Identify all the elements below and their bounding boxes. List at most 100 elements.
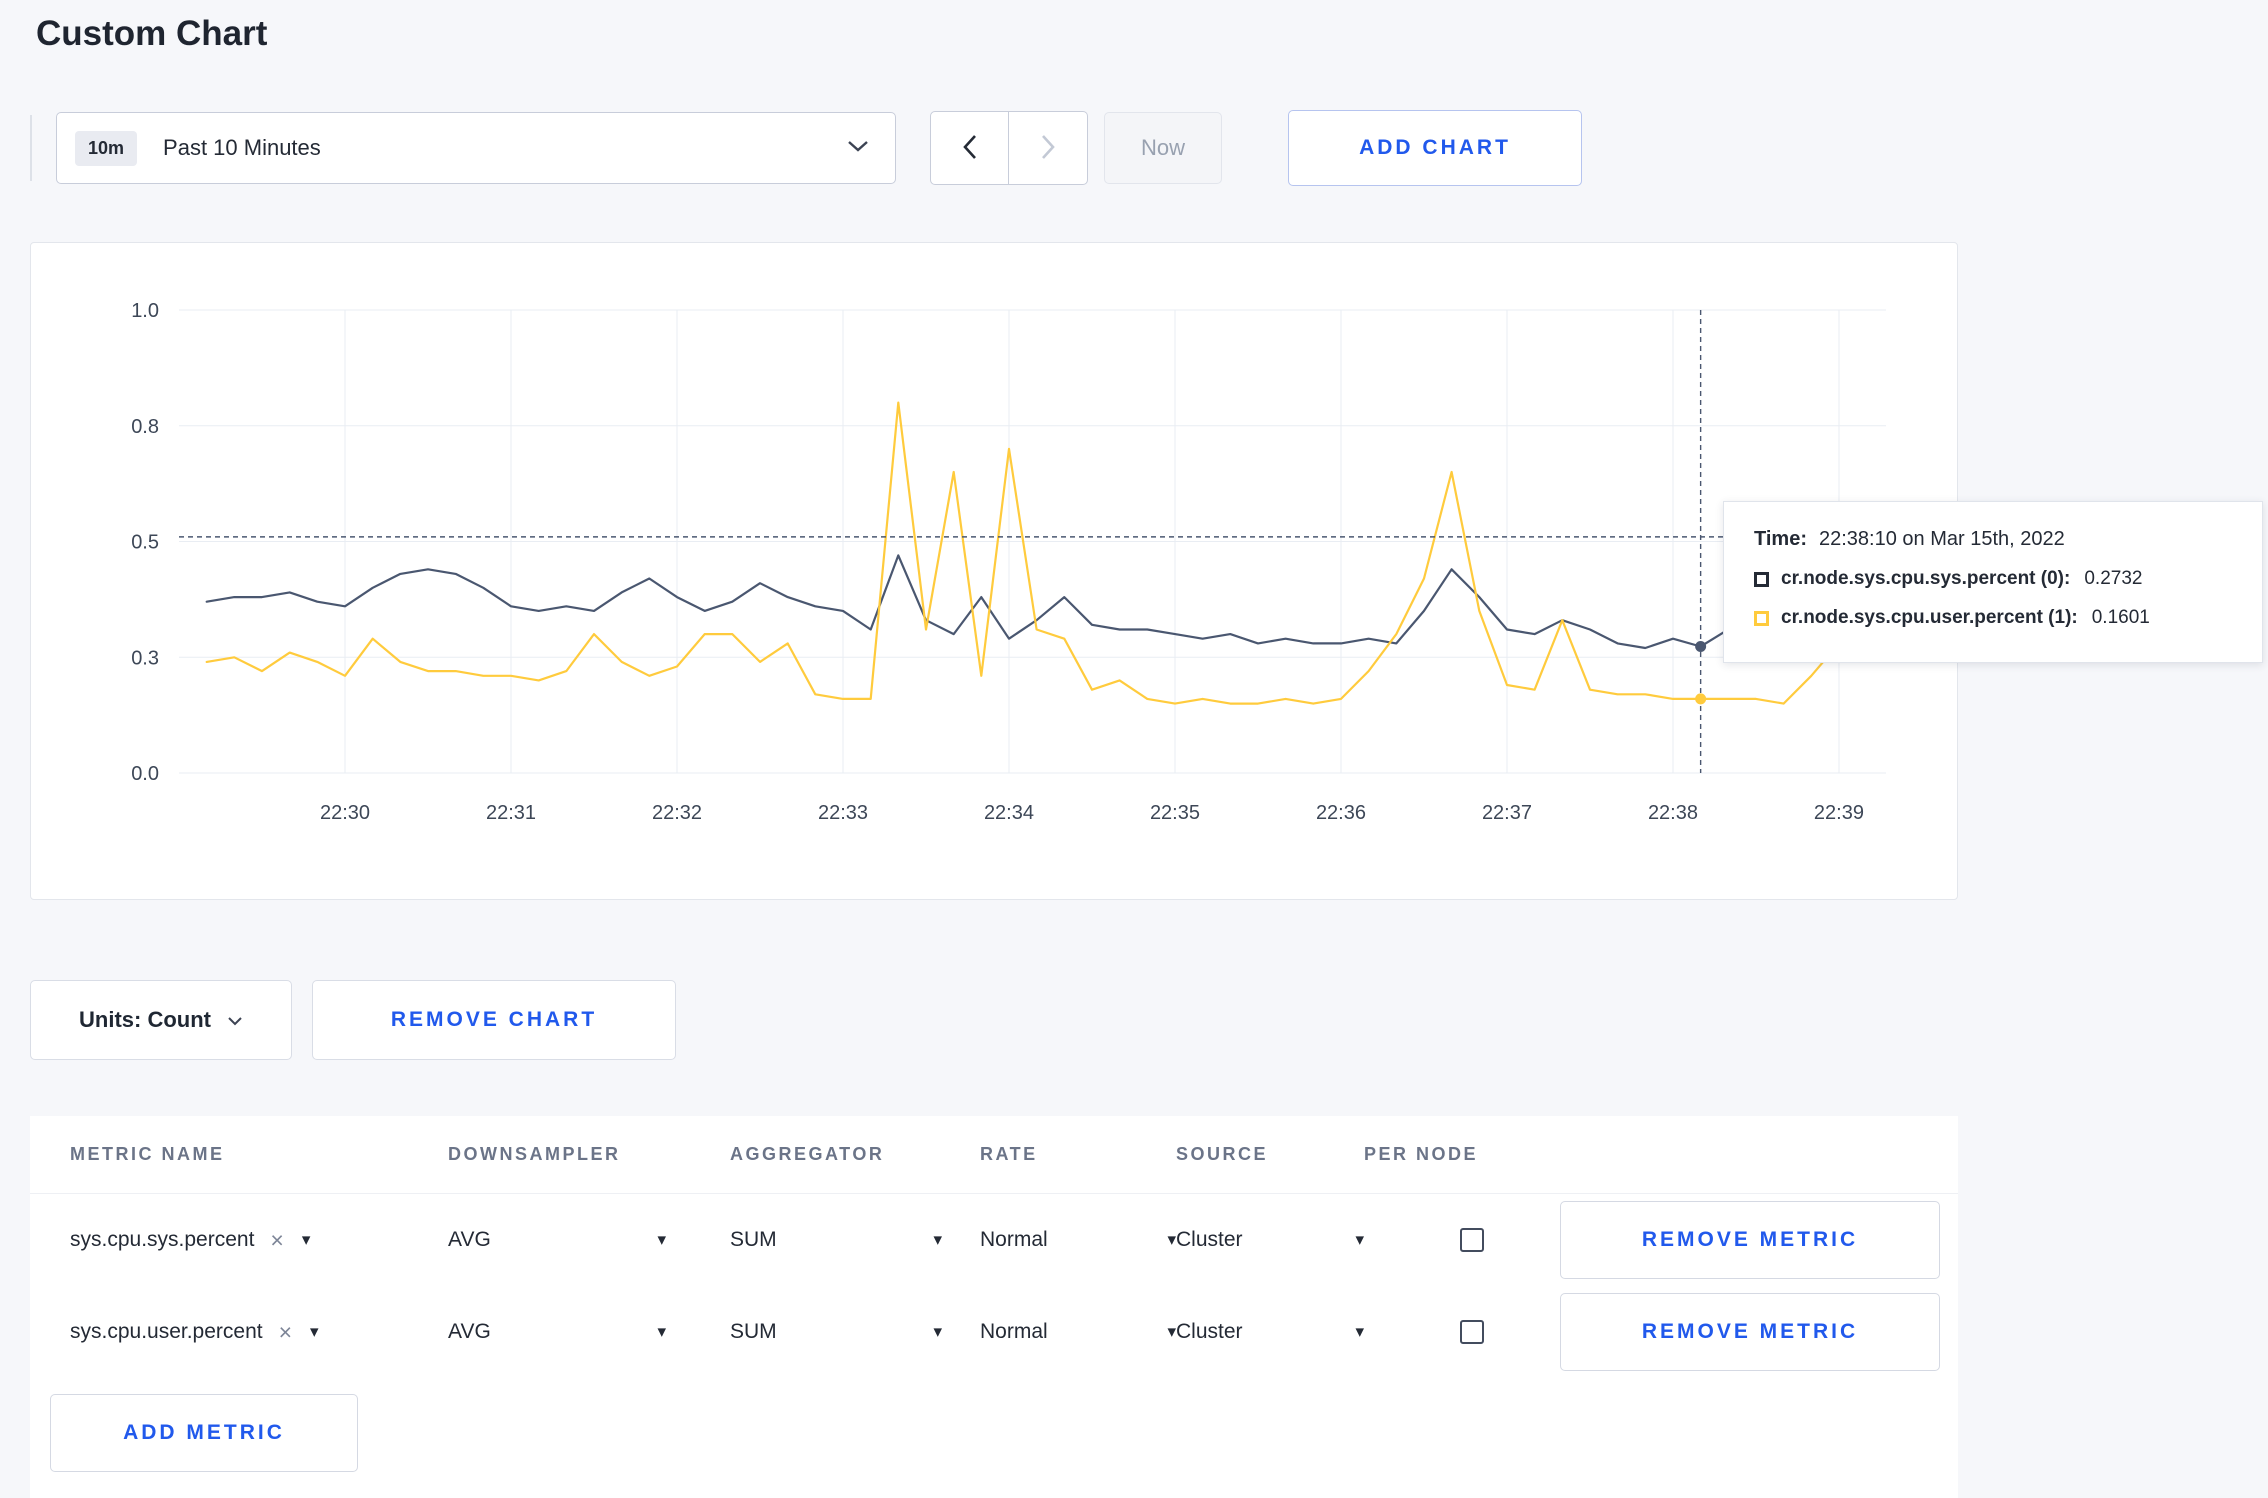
prev-range-button[interactable] [930, 111, 1009, 185]
aggregator-select[interactable]: SUM ▾ [730, 1228, 942, 1252]
per-node-checkbox[interactable] [1460, 1320, 1484, 1344]
downsampler-select[interactable]: AVG ▾ [448, 1228, 666, 1252]
tooltip-series-label: cr.node.sys.cpu.user.percent (1): [1781, 607, 2078, 628]
per-node-checkbox[interactable] [1460, 1228, 1484, 1252]
svg-text:22:32: 22:32 [652, 802, 702, 824]
table-row: sys.cpu.user.percent × ▾ AVG ▾ SUM ▾ Nor… [30, 1286, 1958, 1378]
caret-down-icon: ▾ [933, 1322, 942, 1341]
source-value: Cluster [1176, 1320, 1243, 1343]
caret-down-icon: ▾ [657, 1322, 666, 1341]
col-header-metric-name: METRIC NAME [70, 1144, 225, 1164]
chevron-left-icon [962, 134, 978, 163]
svg-text:22:30: 22:30 [320, 802, 370, 824]
time-range-label: Past 10 Minutes [163, 135, 321, 160]
rate-value: Normal [980, 1320, 1048, 1343]
rate-select[interactable]: Normal ▾ [980, 1320, 1176, 1344]
remove-metric-button[interactable]: REMOVE METRIC [1560, 1201, 1940, 1279]
units-dropdown[interactable]: Units: Count [30, 980, 292, 1060]
remove-chart-button[interactable]: REMOVE CHART [312, 980, 676, 1060]
svg-text:22:39: 22:39 [1814, 802, 1864, 824]
time-range-badge: 10m [75, 130, 138, 166]
downsampler-value: AVG [448, 1320, 491, 1343]
remove-metric-x-icon[interactable]: × [270, 1227, 283, 1254]
caret-down-icon: ▾ [933, 1230, 942, 1249]
tooltip-series-row: cr.node.sys.cpu.sys.percent (0): 0.2732 [1754, 568, 2234, 590]
chart-tooltip: Time: 22:38:10 on Mar 15th, 2022 cr.node.… [1723, 501, 2263, 663]
caret-down-icon: ▾ [1355, 1230, 1364, 1249]
aggregator-value: SUM [730, 1228, 777, 1251]
tooltip-series-value: 0.1601 [2091, 607, 2150, 628]
metric-name-select[interactable]: sys.cpu.user.percent × ▾ [70, 1319, 448, 1346]
add-chart-button[interactable]: ADD CHART [1288, 110, 1582, 186]
metric-name-label: sys.cpu.sys.percent [70, 1228, 255, 1251]
col-header-rate: RATE [980, 1144, 1038, 1164]
chart-card: 0.0 0.3 0.5 0.8 1.0 22:30 22:31 22:32 22:33 22:34… [30, 242, 2263, 901]
page-title: Custom Chart [36, 14, 268, 53]
chevron-right-icon [1040, 134, 1056, 163]
rate-value: Normal [980, 1228, 1048, 1251]
svg-text:0.3: 0.3 [131, 647, 159, 669]
col-header-aggregator: AGGREGATOR [730, 1144, 885, 1164]
svg-text:1.0: 1.0 [131, 300, 159, 322]
svg-text:22:33: 22:33 [818, 802, 868, 824]
metric-name-select[interactable]: sys.cpu.sys.percent × ▾ [70, 1227, 448, 1254]
caret-down-icon: ▾ [1355, 1322, 1364, 1341]
next-range-button[interactable] [1009, 111, 1088, 185]
chevron-down-icon [847, 139, 869, 158]
metric-name-label: sys.cpu.user.percent [70, 1320, 263, 1343]
remove-metric-button[interactable]: REMOVE METRIC [1560, 1293, 1940, 1371]
tooltip-time: Time: 22:38:10 on Mar 15th, 2022 [1754, 528, 2234, 551]
metrics-table: METRIC NAME DOWNSAMPLER AGGREGATOR RATE … [30, 1116, 1958, 1498]
col-header-source: SOURCE [1176, 1144, 1269, 1164]
table-row: sys.cpu.sys.percent × ▾ AVG ▾ SUM ▾ Norm… [30, 1194, 1958, 1286]
caret-down-icon: ▾ [1167, 1322, 1176, 1341]
caret-down-icon: ▾ [301, 1230, 311, 1249]
tooltip-time-value: 22:38:10 on Mar 15th, 2022 [1818, 528, 2065, 550]
per-node-cell [1364, 1228, 1552, 1252]
tooltip-series-label: cr.node.sys.cpu.sys.percent (0): [1781, 568, 2071, 589]
svg-text:22:36: 22:36 [1316, 802, 1366, 824]
toolbar-divider [30, 115, 32, 181]
per-node-cell [1364, 1320, 1552, 1344]
source-value: Cluster [1176, 1228, 1243, 1251]
svg-text:0.0: 0.0 [131, 763, 159, 785]
actions-cell: REMOVE METRIC [1552, 1201, 1958, 1279]
svg-text:22:37: 22:37 [1482, 802, 1532, 824]
col-header-downsampler: DOWNSAMPLER [448, 1144, 621, 1164]
source-select[interactable]: Cluster ▾ [1176, 1320, 1364, 1344]
chart-controls: Units: Count REMOVE CHART [30, 980, 2268, 1060]
rate-select[interactable]: Normal ▾ [980, 1228, 1176, 1252]
caret-down-icon: ▾ [657, 1230, 666, 1249]
caret-down-icon: ▾ [310, 1322, 319, 1341]
aggregator-select[interactable]: SUM ▾ [730, 1320, 942, 1344]
tooltip-time-label: Time: [1754, 528, 1807, 550]
svg-text:0.5: 0.5 [131, 532, 159, 554]
aggregator-value: SUM [730, 1320, 777, 1343]
caret-down-icon: ▾ [1167, 1230, 1176, 1249]
svg-text:22:31: 22:31 [486, 802, 536, 824]
series-sys-swatch-icon [1754, 571, 1769, 587]
chevron-down-icon [227, 1007, 243, 1033]
toolbar: 10m Past 10 Minutes Now ADD CHART [30, 110, 2268, 186]
col-header-per-node: PER NODE [1364, 1144, 1479, 1164]
now-button[interactable]: Now [1104, 112, 1222, 184]
metrics-table-header: METRIC NAME DOWNSAMPLER AGGREGATOR RATE … [30, 1116, 1958, 1194]
time-range-dropdown[interactable]: 10m Past 10 Minutes [56, 112, 896, 184]
svg-text:22:34: 22:34 [984, 802, 1034, 824]
custom-chart-page: Custom Chart 10m Past 10 Minutes Now ADD… [0, 0, 2268, 1498]
downsampler-value: AVG [448, 1228, 491, 1251]
line-chart[interactable]: 0.0 0.3 0.5 0.8 1.0 22:30 22:31 22:32 22:33 22:34… [31, 243, 1959, 901]
actions-cell: REMOVE METRIC [1552, 1293, 1958, 1371]
units-label: Units: Count [79, 1007, 211, 1032]
remove-metric-x-icon[interactable]: × [279, 1319, 292, 1346]
svg-text:22:35: 22:35 [1150, 802, 1200, 824]
downsampler-select[interactable]: AVG ▾ [448, 1320, 666, 1344]
source-select[interactable]: Cluster ▾ [1176, 1228, 1364, 1252]
svg-text:0.8: 0.8 [131, 416, 159, 438]
svg-text:22:38: 22:38 [1648, 802, 1698, 824]
add-metric-button[interactable]: ADD METRIC [50, 1394, 358, 1472]
tooltip-series-row: cr.node.sys.cpu.user.percent (1): 0.1601 [1754, 607, 2234, 629]
time-nav-group [930, 111, 1088, 185]
series-user-swatch-icon [1754, 610, 1769, 626]
tooltip-series-value: 0.2732 [2084, 568, 2143, 589]
